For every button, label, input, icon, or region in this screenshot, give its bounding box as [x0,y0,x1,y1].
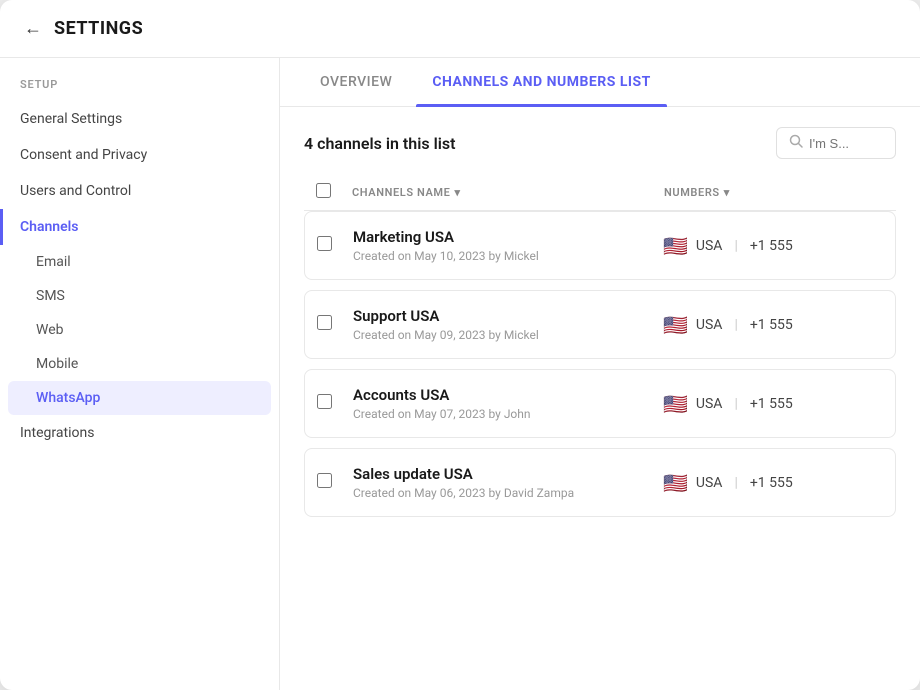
sidebar-sub-item-email[interactable]: Email [0,245,279,279]
channel-number: 🇺🇸 USA | +1 555 [663,471,883,495]
row-checkbox[interactable] [317,473,332,488]
header: ← SETTINGS [0,0,920,58]
table-row: Accounts USA Created on May 07, 2023 by … [304,369,896,438]
channel-list: Marketing USA Created on May 10, 2023 by… [304,211,896,517]
phone-number: +1 555 [750,396,793,412]
flag-icon: 🇺🇸 [663,392,688,416]
channel-meta: Created on May 06, 2023 by David Zampa [353,486,663,500]
channel-meta: Created on May 07, 2023 by John [353,407,663,421]
channel-number: 🇺🇸 USA | +1 555 [663,313,883,337]
phone-number: +1 555 [750,238,793,254]
channel-name: Support USA [353,307,663,325]
sidebar-sub-item-web[interactable]: Web [0,313,279,347]
col-header-name[interactable]: CHANNELS NAME ▾ [352,186,664,199]
divider: | [734,396,737,412]
country-label: USA [696,238,723,254]
row-checkbox-col [317,315,353,334]
col-header-numbers[interactable]: NUMBERS ▾ [664,186,884,199]
channel-info: Marketing USA Created on May 10, 2023 by… [353,228,663,263]
divider: | [734,238,737,254]
main-content: 4 channels in this list [280,107,920,690]
row-checkbox-col [317,394,353,413]
channel-info: Accounts USA Created on May 07, 2023 by … [353,386,663,421]
sidebar-item-integrations[interactable]: Integrations [0,415,279,451]
sidebar-item-channels[interactable]: Channels [0,209,279,245]
channel-name: Sales update USA [353,465,663,483]
channel-number: 🇺🇸 USA | +1 555 [663,392,883,416]
row-checkbox[interactable] [317,394,332,409]
sidebar-item-consent-privacy[interactable]: Consent and Privacy [0,137,279,173]
list-header: 4 channels in this list [304,127,896,159]
page-title: SETTINGS [54,18,143,39]
sidebar-sub-item-whatsapp[interactable]: WhatsApp [8,381,271,415]
search-icon [789,134,803,152]
sidebar-sub-item-mobile[interactable]: Mobile [0,347,279,381]
col-numbers-sort-icon: ▾ [724,186,730,199]
col-name-sort-icon: ▾ [454,186,460,199]
table-row: Marketing USA Created on May 10, 2023 by… [304,211,896,280]
sidebar: SETUP General Settings Consent and Priva… [0,58,280,690]
table-select-all-col [316,183,352,202]
sidebar-item-users-control[interactable]: Users and Control [0,173,279,209]
row-checkbox[interactable] [317,315,332,330]
country-label: USA [696,317,723,333]
channel-info: Support USA Created on May 09, 2023 by M… [353,307,663,342]
search-box[interactable] [776,127,896,159]
channel-name: Accounts USA [353,386,663,404]
content-area: SETUP General Settings Consent and Priva… [0,58,920,690]
divider: | [734,475,737,491]
sidebar-item-general-settings[interactable]: General Settings [0,101,279,137]
list-count: 4 channels in this list [304,134,455,153]
sidebar-section-label: SETUP [0,78,279,101]
channel-info: Sales update USA Created on May 06, 2023… [353,465,663,500]
row-checkbox-col [317,236,353,255]
channel-number: 🇺🇸 USA | +1 555 [663,234,883,258]
app-window: ← SETTINGS SETUP General Settings Consen… [0,0,920,690]
divider: | [734,317,737,333]
channel-meta: Created on May 09, 2023 by Mickel [353,328,663,342]
row-checkbox-col [317,473,353,492]
flag-icon: 🇺🇸 [663,234,688,258]
tab-channels-numbers[interactable]: CHANNELS AND NUMBERS LIST [416,58,666,106]
phone-number: +1 555 [750,475,793,491]
tab-overview[interactable]: OVERVIEW [304,58,408,106]
select-all-checkbox[interactable] [316,183,331,198]
search-input[interactable] [809,136,869,151]
country-label: USA [696,475,723,491]
phone-number: +1 555 [750,317,793,333]
main-panel: OVERVIEW CHANNELS AND NUMBERS LIST 4 cha… [280,58,920,690]
flag-icon: 🇺🇸 [663,471,688,495]
sidebar-sub-item-sms[interactable]: SMS [0,279,279,313]
country-label: USA [696,396,723,412]
table-header: CHANNELS NAME ▾ NUMBERS ▾ [304,175,896,211]
back-button[interactable]: ← [24,18,42,39]
table-row: Support USA Created on May 09, 2023 by M… [304,290,896,359]
row-checkbox[interactable] [317,236,332,251]
channel-meta: Created on May 10, 2023 by Mickel [353,249,663,263]
channel-name: Marketing USA [353,228,663,246]
tabs-bar: OVERVIEW CHANNELS AND NUMBERS LIST [280,58,920,107]
flag-icon: 🇺🇸 [663,313,688,337]
table-row: Sales update USA Created on May 06, 2023… [304,448,896,517]
